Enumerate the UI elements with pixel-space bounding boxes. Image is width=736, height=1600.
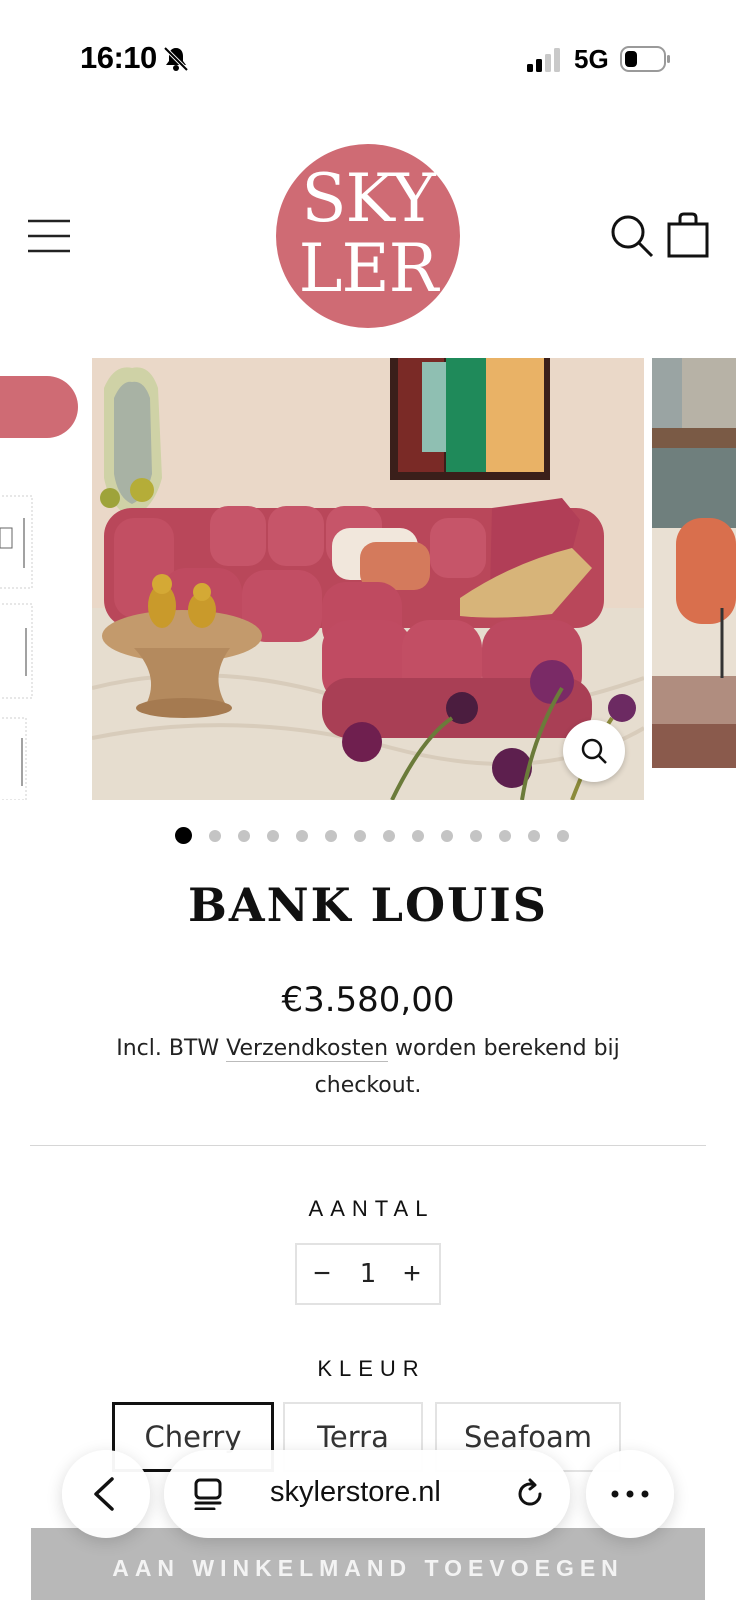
search-icon[interactable] — [610, 214, 654, 258]
shipping-costs-link[interactable]: Verzendkosten — [226, 1036, 389, 1062]
quantity-increase-button[interactable]: + — [397, 1257, 427, 1291]
network-label: 5G — [574, 44, 609, 74]
pagination-dot[interactable] — [238, 830, 250, 842]
more-icon — [611, 1490, 649, 1498]
pagination-dot[interactable] — [499, 830, 511, 842]
pagination-dot[interactable] — [441, 830, 453, 842]
browser-back-button[interactable] — [62, 1450, 150, 1538]
quantity-label: AANTAL — [308, 1196, 435, 1221]
pagination-dot-active[interactable] — [175, 827, 192, 844]
signal-icon — [527, 48, 560, 72]
quantity-decrease-button[interactable]: − — [307, 1257, 337, 1291]
dimension-drawing — [0, 495, 33, 800]
pagination-dot[interactable] — [267, 830, 279, 842]
next-slide-photo — [652, 358, 736, 768]
url-text: skylerstore.nl — [270, 1476, 441, 1508]
pagination-dot[interactable] — [209, 830, 221, 842]
add-to-cart-button[interactable]: AAN WINKELMAND TOEVOEGEN — [31, 1528, 705, 1600]
quantity-input[interactable]: 1 — [349, 1257, 387, 1291]
battery-icon — [620, 46, 670, 72]
pagination-dot[interactable] — [354, 830, 366, 842]
color-label: KLEUR — [317, 1356, 426, 1381]
next-slide[interactable] — [652, 358, 736, 768]
status-time: 16:10 — [80, 40, 157, 75]
tabs-icon — [194, 1478, 222, 1510]
pagination-dot[interactable] — [528, 830, 540, 842]
pagination-dot[interactable] — [412, 830, 424, 842]
product-price: €3.580,00 — [281, 980, 455, 1020]
divider — [30, 1145, 706, 1146]
store-logo[interactable]: SKY LER — [276, 144, 460, 328]
main-product-image[interactable] — [92, 358, 644, 800]
address-bar[interactable]: skylerstore.nl — [164, 1450, 570, 1538]
previous-slide[interactable] — [0, 358, 86, 800]
pagination-dot[interactable] — [325, 830, 337, 842]
status-bar: 16:10 5G — [0, 0, 736, 100]
logo-text-bottom: LER — [298, 230, 439, 307]
zoom-icon — [581, 738, 607, 764]
reload-icon[interactable] — [514, 1478, 546, 1510]
product-title: BANK LOUIS — [188, 878, 548, 932]
gallery-pagination — [0, 826, 736, 846]
bell-slash-icon — [163, 46, 189, 72]
pagination-dot[interactable] — [557, 830, 569, 842]
bag-icon[interactable] — [666, 212, 710, 258]
zoom-button[interactable] — [563, 720, 625, 782]
product-gallery[interactable] — [0, 358, 736, 800]
more-options-button[interactable] — [586, 1450, 674, 1538]
logo-text-top: SKY — [301, 160, 435, 237]
back-icon — [94, 1477, 114, 1511]
tax-note: Incl. BTW Verzendkosten worden berekend … — [60, 1030, 676, 1104]
menu-icon[interactable] — [26, 218, 72, 254]
pagination-dot[interactable] — [383, 830, 395, 842]
quantity-stepper: − 1 + — [295, 1243, 441, 1305]
pagination-dot[interactable] — [470, 830, 482, 842]
sofa-photo — [92, 358, 644, 800]
tax-prefix: Incl. BTW — [116, 1036, 220, 1061]
pagination-dot[interactable] — [296, 830, 308, 842]
